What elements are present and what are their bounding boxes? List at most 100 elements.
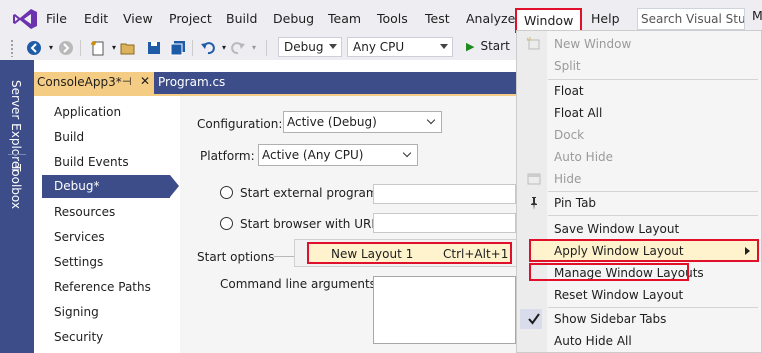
new-layout-1-label: New Layout 1 bbox=[331, 247, 414, 261]
menu-item-split: Split bbox=[554, 59, 581, 73]
nav-item-security[interactable]: Security bbox=[54, 330, 103, 344]
menu-item-auto-hide-all[interactable]: Auto Hide All bbox=[554, 334, 632, 348]
start-browser-label: Start browser with URL: bbox=[240, 217, 383, 231]
nav-item-resources[interactable]: Resources bbox=[54, 205, 115, 219]
menu-tools[interactable]: Tools bbox=[377, 11, 408, 26]
highlight-outline bbox=[529, 263, 689, 281]
nav-item-services[interactable]: Services bbox=[54, 230, 105, 244]
menu-item-apply-window-layout[interactable]: Apply Window Layout bbox=[529, 239, 759, 262]
back-icon[interactable] bbox=[26, 40, 42, 56]
menu-team[interactable]: Team bbox=[328, 11, 361, 26]
menu-separator bbox=[548, 79, 758, 80]
toolbar-grip[interactable] bbox=[10, 39, 14, 57]
start-external-radio[interactable] bbox=[220, 186, 233, 199]
properties-nav: Application Build Build Events Resources… bbox=[34, 96, 180, 353]
start-browser-radio[interactable] bbox=[220, 217, 233, 230]
menu-item-show-sidebar-tabs[interactable]: Show Sidebar Tabs bbox=[554, 312, 666, 326]
menu-file[interactable]: File bbox=[46, 11, 67, 26]
user-name[interactable]: Mitch B bbox=[752, 8, 762, 23]
browser-url-field[interactable] bbox=[373, 213, 516, 233]
menu-edit[interactable]: Edit bbox=[84, 11, 108, 26]
undo-icon[interactable] bbox=[200, 40, 216, 56]
new-layout-1-shortcut: Ctrl+Alt+1 bbox=[443, 247, 509, 261]
hide-icon bbox=[527, 173, 541, 185]
configuration-label: Configuration: bbox=[197, 117, 283, 131]
nav-item-settings[interactable]: Settings bbox=[54, 255, 103, 269]
menu-build[interactable]: Build bbox=[226, 11, 257, 26]
command-line-args-label: Command line arguments: bbox=[220, 277, 380, 291]
menu-item-dock: Dock bbox=[554, 128, 585, 142]
toolbar-separator bbox=[266, 40, 267, 56]
configuration-value: Debug bbox=[284, 40, 324, 54]
menu-item-new-window: New Window bbox=[554, 37, 632, 51]
solution-platform-select[interactable]: Any CPU bbox=[347, 37, 453, 57]
menu-project[interactable]: Project bbox=[169, 11, 212, 26]
redo-icon[interactable] bbox=[230, 40, 246, 56]
command-line-args-textarea[interactable] bbox=[373, 276, 516, 344]
submenu-arrow-icon bbox=[745, 247, 750, 255]
menu-item-float-all[interactable]: Float All bbox=[554, 106, 602, 120]
platform-dropdown-value: Active (Any CPU) bbox=[262, 148, 364, 162]
menu-help[interactable]: Help bbox=[591, 11, 620, 26]
nav-item-reference-paths[interactable]: Reference Paths bbox=[54, 280, 151, 294]
menu-item-auto-hide: Auto Hide bbox=[554, 150, 614, 164]
search-input[interactable]: Search Visual Studio bbox=[637, 8, 745, 30]
platform-value: Any CPU bbox=[353, 40, 405, 54]
solution-configuration-select[interactable]: Debug bbox=[278, 37, 342, 57]
menu-debug[interactable]: Debug bbox=[273, 11, 314, 26]
back-dropdown-icon[interactable]: ▾ bbox=[43, 40, 59, 56]
save-all-icon[interactable] bbox=[170, 40, 186, 56]
section-divider bbox=[274, 256, 294, 257]
close-icon[interactable]: ✕ bbox=[140, 74, 150, 88]
save-icon[interactable] bbox=[146, 40, 162, 56]
nav-item-application[interactable]: Application bbox=[54, 105, 121, 119]
configuration-dropdown-value: Active (Debug) bbox=[287, 115, 377, 129]
menu-separator bbox=[548, 191, 758, 192]
menu-separator bbox=[548, 215, 758, 216]
start-button[interactable]: ▶ Start bbox=[466, 39, 510, 53]
chevron-down-icon bbox=[402, 148, 412, 158]
tool-window-strip: Server Explorer Toolbox bbox=[0, 60, 34, 353]
tab-program-cs[interactable]: Program.cs bbox=[158, 75, 225, 89]
server-explorer-tab[interactable]: Server Explorer bbox=[9, 80, 23, 173]
nav-item-signing[interactable]: Signing bbox=[54, 305, 99, 319]
apply-window-layout-label: Apply Window Layout bbox=[554, 244, 684, 258]
menu-item-save-window-layout[interactable]: Save Window Layout bbox=[554, 222, 679, 236]
pin-icon bbox=[531, 197, 537, 210]
configuration-dropdown[interactable]: Active (Debug) bbox=[283, 111, 442, 133]
menu-item-pin-tab[interactable]: Pin Tab bbox=[554, 196, 596, 210]
toolbox-tab[interactable]: Toolbox bbox=[9, 164, 23, 209]
start-label: Start bbox=[480, 39, 510, 53]
external-program-field[interactable] bbox=[373, 184, 516, 204]
menu-item-float[interactable]: Float bbox=[554, 84, 584, 98]
toolbar-separator bbox=[80, 40, 81, 56]
menu-item-hide: Hide bbox=[554, 172, 582, 186]
new-layout-1-item[interactable]: New Layout 1 Ctrl+Alt+1 bbox=[307, 242, 512, 264]
forward-icon[interactable] bbox=[58, 40, 74, 56]
start-external-label: Start external program: bbox=[240, 186, 382, 200]
platform-label: Platform: bbox=[200, 149, 255, 163]
redo-dropdown-icon[interactable]: ▾ bbox=[246, 40, 262, 56]
platform-dropdown[interactable]: Active (Any CPU) bbox=[258, 144, 418, 166]
menu-item-reset-window-layout[interactable]: Reset Window Layout bbox=[554, 288, 683, 302]
nav-item-debug[interactable]: Debug* bbox=[42, 175, 170, 198]
menu-analyze[interactable]: Analyze bbox=[466, 11, 515, 26]
open-folder-icon[interactable] bbox=[120, 40, 136, 56]
chevron-down-icon bbox=[440, 44, 448, 49]
menu-test[interactable]: Test bbox=[425, 11, 450, 26]
nav-item-build-events[interactable]: Build Events bbox=[54, 155, 129, 169]
toolbar-separator bbox=[192, 40, 193, 56]
new-window-icon bbox=[526, 37, 540, 50]
tab-consoleapp3[interactable]: ConsoleApp3* ⊣ ✕ bbox=[34, 72, 154, 94]
chevron-down-icon bbox=[426, 115, 436, 125]
menu-view[interactable]: View bbox=[123, 11, 153, 26]
nav-item-build[interactable]: Build bbox=[54, 130, 84, 144]
menu-separator bbox=[548, 307, 758, 308]
chevron-down-icon bbox=[329, 44, 337, 49]
play-icon: ▶ bbox=[466, 40, 475, 53]
visual-studio-logo-icon bbox=[13, 9, 37, 29]
pin-icon[interactable]: ⊣ bbox=[122, 75, 132, 88]
start-options-heading: Start options bbox=[197, 250, 275, 264]
nav-selection-arrow bbox=[170, 175, 179, 197]
new-project-icon[interactable] bbox=[90, 40, 106, 56]
